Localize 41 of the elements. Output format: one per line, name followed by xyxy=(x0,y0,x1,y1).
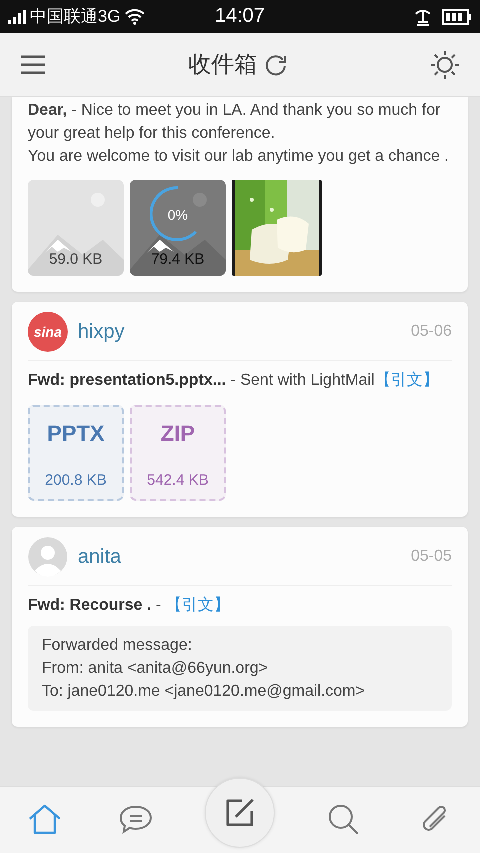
image-attachment[interactable]: 59.0 KB xyxy=(28,180,124,276)
sender-name[interactable]: hixpy xyxy=(78,320,125,344)
inbox-title: 收件箱 xyxy=(188,50,258,79)
quote-link[interactable]: 【引文】 xyxy=(374,372,439,389)
quote-link[interactable]: 【引文】 xyxy=(166,597,230,614)
message-text: Dear, - Nice to meet you in LA. And thank you so much for your great help for this conference. xyxy=(28,101,442,144)
brightness-button[interactable] xyxy=(430,50,460,80)
quote-line: Forwarded message: xyxy=(42,636,194,656)
progress-percent: 0% xyxy=(166,207,190,223)
file-type: ZIP xyxy=(160,421,196,447)
wifi-icon xyxy=(124,8,145,24)
avatar-icon xyxy=(28,537,68,577)
quote-line: From: anita <anita@66yun.org> xyxy=(42,659,270,679)
message-date: 05-05 xyxy=(411,548,452,566)
message-date: 05-06 xyxy=(411,323,452,341)
image-attachment[interactable]: 0% 79.4 KB xyxy=(130,180,226,276)
clock-time: 14:07 xyxy=(214,5,266,28)
file-attachment[interactable]: PPTX 200.8 KB xyxy=(28,405,124,501)
battery-icon xyxy=(442,8,472,24)
sender-name[interactable]: anita xyxy=(78,546,122,568)
message-card[interactable]: sina hixpy 05-06 Fwd: presentation5.pptx... - Sent with LightMail【引文】 PPTX 200.8 KB ZIP 542.4 KB xyxy=(12,302,468,517)
quote-line: To: jane0120.me <jane0120.me@gmail.com> xyxy=(42,682,366,702)
menu-icon xyxy=(20,54,46,74)
file-size: 79.4 KB xyxy=(151,251,205,268)
sun-icon xyxy=(430,50,460,80)
message-card[interactable]: anita 05-05 Fwd: Recourse . - 【引文】 Forwarded message: From: anita <anita@66yun.org> To: jane0120.me <jane0120.me@gmail.com> xyxy=(12,527,468,727)
message-preview: Fwd: Recourse . - 【引文】 xyxy=(28,596,231,616)
file-attachment[interactable]: ZIP 542.4 KB xyxy=(130,405,226,501)
file-type: PPTX xyxy=(47,421,105,447)
sender-avatar: sina xyxy=(28,312,68,352)
menu-button[interactable] xyxy=(20,54,46,74)
message-text: You are welcome to visit our lab anytime you get a chance . xyxy=(28,147,450,167)
message-card[interactable]: Dear, - Nice to meet you in LA. And thank you so much for your great help for this conference. You are welcome to visit our lab anytime you get a chance . 59.0 KB 0% 79.4 KB xyxy=(12,97,468,292)
file-size: 59.0 KB xyxy=(49,251,103,268)
alarm-icon xyxy=(414,8,432,26)
carrier-name: 中国联通3G xyxy=(30,6,121,28)
signal-icon xyxy=(8,10,26,24)
message-preview: Fwd: presentation5.pptx... - Sent with LightMail【引文】 xyxy=(28,370,440,391)
file-size: 200.8 KB xyxy=(45,472,107,489)
refresh-icon[interactable] xyxy=(264,52,288,76)
file-size: 542.4 KB xyxy=(147,472,209,489)
